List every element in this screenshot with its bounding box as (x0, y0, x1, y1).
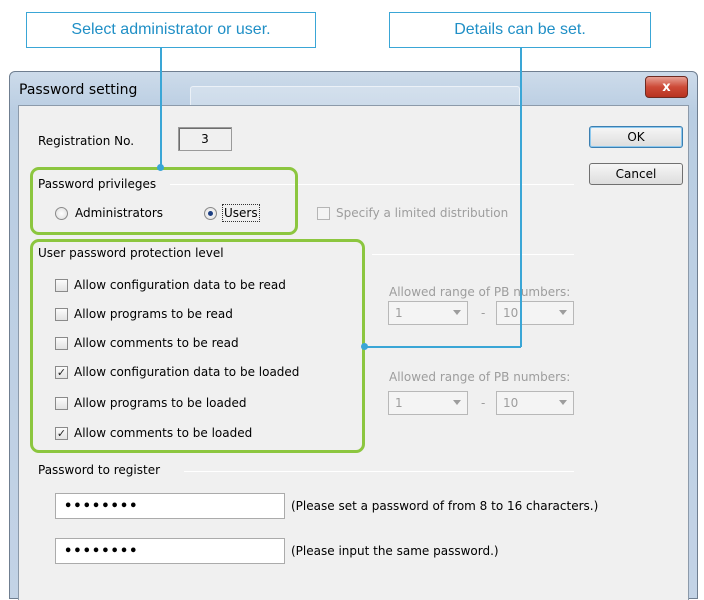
privileges-highlight-frame (30, 167, 298, 235)
callout-select-admin-or-user: Select administrator or user. (26, 12, 316, 48)
callout-left-connector (160, 48, 162, 167)
chevron-down-icon (453, 310, 461, 315)
ok-button[interactable]: OK (589, 126, 683, 148)
read-pb-range-dash: - (481, 306, 486, 320)
window-title: Password setting (19, 82, 138, 98)
password-input[interactable]: •••••••• (55, 493, 285, 519)
confirm-password-input[interactable]: •••••••• (55, 538, 285, 564)
cancel-button[interactable]: Cancel (589, 163, 683, 185)
confirm-password-input-value: •••••••• (64, 543, 139, 559)
limited-distribution-label[interactable]: Specify a limited distribution (336, 206, 508, 220)
read-pb-range-label: Allowed range of PB numbers: (389, 285, 571, 299)
register-group-label: Password to register (38, 463, 161, 477)
chevron-down-icon (559, 400, 567, 405)
load-pb-from-value: 1 (395, 396, 403, 410)
protection-group-rule (372, 254, 574, 255)
read-pb-to-value: 10 (503, 306, 519, 320)
load-pb-from-select[interactable]: 1 (388, 391, 468, 415)
cancel-button-label: Cancel (615, 167, 657, 181)
callout-left-dot (157, 164, 164, 171)
load-pb-range-label: Allowed range of PB numbers: (389, 370, 571, 384)
registration-label: Registration No. (38, 134, 135, 148)
callout-left-text: Select administrator or user. (71, 21, 271, 38)
chevron-down-icon (453, 400, 461, 405)
chevron-down-icon (559, 310, 567, 315)
callout-details-can-be-set: Details can be set. (389, 12, 651, 48)
password-input-value: •••••••• (64, 498, 139, 514)
password-hint: (Please set a password of from 8 to 16 c… (291, 499, 599, 513)
callout-right-connector-horizontal (363, 346, 521, 348)
ok-button-label: OK (627, 130, 645, 144)
read-pb-to-select[interactable]: 10 (496, 301, 574, 325)
callout-right-connector-vertical (520, 48, 522, 347)
close-icon: x (662, 79, 671, 95)
read-pb-from-value: 1 (395, 306, 403, 320)
read-pb-from-select[interactable]: 1 (388, 301, 468, 325)
close-button[interactable]: x (645, 76, 688, 98)
registration-number-value: 3 (201, 132, 209, 146)
registration-number-field: 3 (178, 127, 232, 151)
protection-highlight-frame (30, 239, 365, 453)
load-pb-to-value: 10 (503, 396, 519, 410)
title-bar[interactable]: Password setting x (10, 72, 697, 108)
load-pb-to-select[interactable]: 10 (496, 391, 574, 415)
limited-distribution-checkbox[interactable] (317, 207, 330, 220)
load-pb-range-dash: - (481, 396, 486, 410)
register-group-rule (184, 471, 574, 472)
callout-right-text: Details can be set. (454, 21, 586, 38)
confirm-password-hint: (Please input the same password.) (291, 544, 499, 558)
callout-right-dot (361, 343, 368, 350)
